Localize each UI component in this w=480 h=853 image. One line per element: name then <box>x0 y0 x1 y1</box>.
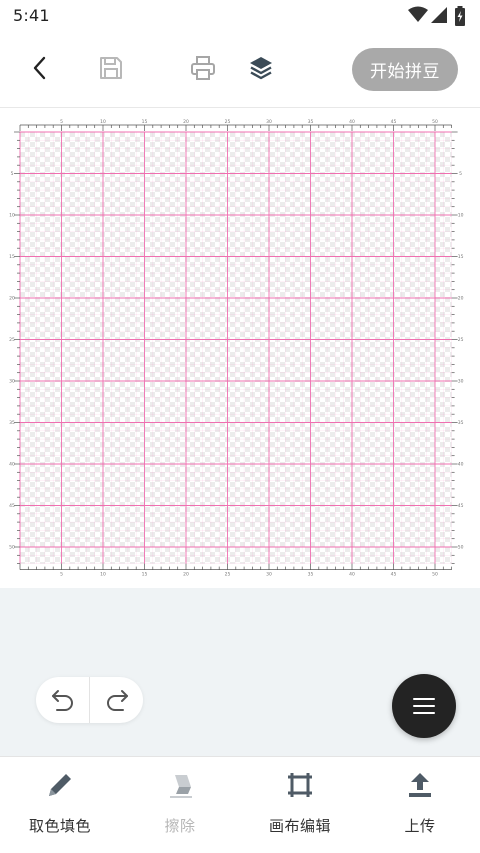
ruler-label-top: 20 <box>183 119 189 125</box>
ruler-label-bottom: 15 <box>142 572 148 578</box>
nav-color-fill[interactable]: 取色填色 <box>0 757 120 853</box>
nav-canvas-edit[interactable]: 画布编辑 <box>240 757 360 853</box>
ruler-label-right: 40 <box>458 462 464 468</box>
nav-label-eraser: 擦除 <box>164 817 196 835</box>
toolbar: 开始拼豆 <box>0 32 480 108</box>
ruler-label-right: 50 <box>458 545 464 551</box>
ruler-label-bottom: 25 <box>225 572 231 578</box>
ruler-label-right: 25 <box>458 337 464 343</box>
ruler-label-left: 5 <box>11 171 14 177</box>
bottom-nav: 取色填色 擦除 画布编辑 上传 <box>0 756 480 853</box>
ruler-label-bottom: 5 <box>60 572 63 578</box>
ruler-label-left: 50 <box>9 545 15 551</box>
ruler-label-top: 10 <box>100 119 106 125</box>
back-button[interactable] <box>20 46 60 90</box>
pencil-icon <box>42 767 78 803</box>
ruler-label-left: 40 <box>9 462 15 468</box>
nav-label-canvas-edit: 画布编辑 <box>268 817 331 835</box>
ruler-label-right: 5 <box>459 171 462 177</box>
ruler-label-top: 25 <box>225 119 231 125</box>
ruler-label-bottom: 40 <box>349 572 355 578</box>
print-icon <box>191 56 215 80</box>
save-icon <box>100 57 122 79</box>
ruler-label-right: 20 <box>458 296 464 302</box>
ruler-label-left: 25 <box>9 337 15 343</box>
ruler-label-left: 20 <box>9 296 15 302</box>
ruler-label-left: 45 <box>9 503 15 509</box>
cellular-icon <box>430 6 448 28</box>
ruler-label-right: 30 <box>458 379 464 385</box>
undo-icon <box>51 690 73 711</box>
pattern-canvas[interactable]: 5 10 15 20 25 30 35 40 45 50 5 10 15 20 25 30 35 40 45 50 5 1… <box>0 109 480 588</box>
ruler-label-left: 30 <box>9 379 15 385</box>
status-time: 5:41 <box>13 6 50 25</box>
save-button[interactable] <box>91 46 131 90</box>
start-beading-button[interactable]: 开始拼豆 <box>352 48 458 91</box>
crop-icon <box>282 767 318 803</box>
redo-icon <box>106 690 128 711</box>
nav-eraser[interactable]: 擦除 <box>120 757 240 853</box>
nav-label-color-fill: 取色填色 <box>28 817 91 835</box>
ruler-label-bottom: 50 <box>432 572 438 578</box>
wifi-icon <box>408 6 428 28</box>
ruler-label-right: 35 <box>458 420 464 426</box>
nav-label-upload: 上传 <box>404 817 436 835</box>
ruler-label-bottom: 45 <box>391 572 397 578</box>
ruler-label-right: 10 <box>458 213 464 219</box>
print-button[interactable] <box>183 46 223 90</box>
layers-button[interactable] <box>241 46 281 90</box>
ruler-label-top: 30 <box>266 119 272 125</box>
pixel-grid[interactable]: 5 10 15 20 25 30 35 40 45 50 5 10 15 20 25 30 35 40 45 50 5 1… <box>0 109 480 588</box>
ruler-label-top: 35 <box>308 119 314 125</box>
undo-button[interactable] <box>36 677 89 723</box>
ruler-label-top: 15 <box>142 119 148 125</box>
ruler-label-right: 45 <box>458 503 464 509</box>
ruler-label-top: 40 <box>349 119 355 125</box>
eraser-icon <box>162 767 198 803</box>
ruler-label-left: 10 <box>9 213 15 219</box>
chevron-left-icon <box>33 56 46 80</box>
ruler-label-bottom: 10 <box>100 572 106 578</box>
layers-icon <box>250 57 272 80</box>
battery-charging-icon <box>454 6 466 30</box>
ruler-label-top: 45 <box>391 119 397 125</box>
ruler-label-bottom: 35 <box>308 572 314 578</box>
ruler-label-left: 35 <box>9 420 15 426</box>
menu-icon <box>413 698 435 714</box>
ruler-label-left: 15 <box>9 254 15 260</box>
redo-button[interactable] <box>90 677 143 723</box>
ruler-label-bottom: 20 <box>183 572 189 578</box>
undo-redo-group <box>36 677 143 723</box>
upload-icon <box>402 767 438 803</box>
ruler-label-top: 5 <box>60 119 63 125</box>
nav-upload[interactable]: 上传 <box>360 757 480 853</box>
ruler-label-top: 50 <box>432 119 438 125</box>
status-bar: 5:41 <box>0 0 480 32</box>
menu-fab-button[interactable] <box>392 674 456 738</box>
ruler-label-right: 15 <box>458 254 464 260</box>
ruler-label-bottom: 30 <box>266 572 272 578</box>
